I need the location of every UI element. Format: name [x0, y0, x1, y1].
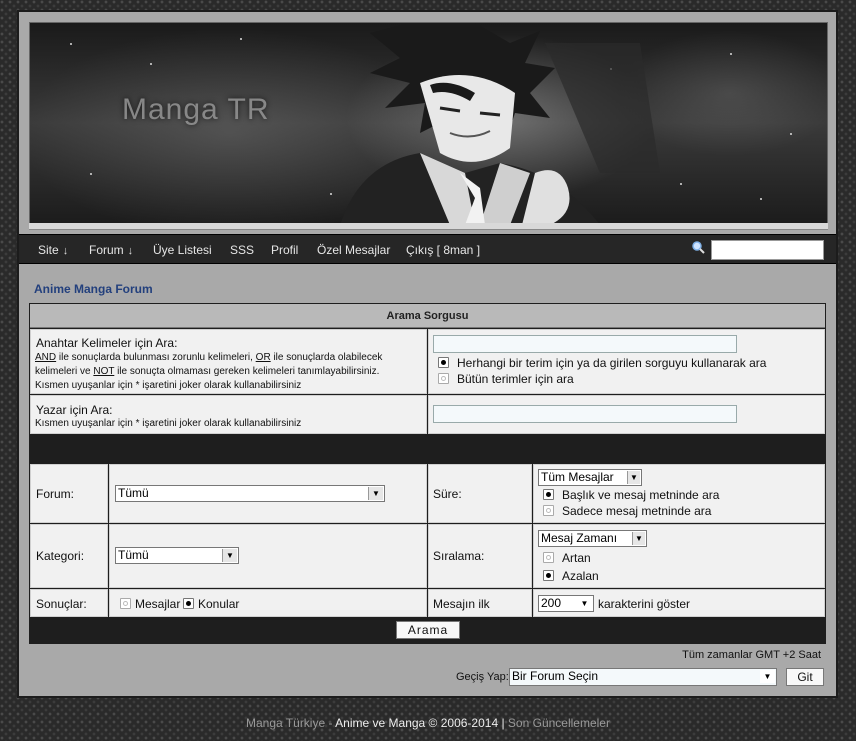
forum-title-link[interactable]: Anime Manga Forum	[34, 282, 153, 296]
main-navigation: Site ↓ Forum ↓ Üye Listesi SSS Profil Özel…	[19, 234, 836, 264]
time-text-only-label: Sadece mesaj metninde ara	[562, 504, 712, 518]
forum-label-cell: Forum:	[30, 464, 108, 523]
category-select[interactable]: Tümü ▼	[115, 547, 239, 564]
keywords-input-cell: Herhangi bir terim için ya da girilen so…	[428, 329, 825, 394]
chars-select[interactable]: 200 ▼	[538, 595, 594, 612]
results-topics-label: Konular	[198, 597, 240, 611]
site-banner: Manga TR	[29, 22, 828, 224]
chars-label: Mesajın ilk	[433, 597, 490, 611]
chevron-down-icon: ▼	[627, 471, 640, 484]
time-options-cell: Tüm Mesajlar ▼ Başlık ve mesaj metninde …	[533, 464, 825, 523]
search-form-header: Arama Sorgusu	[30, 304, 825, 328]
nav-profile[interactable]: Profil	[271, 243, 298, 257]
nav-site[interactable]: Site ↓	[38, 243, 68, 257]
results-label-cell: Sonuçlar:	[30, 589, 108, 617]
sort-asc-radio[interactable]	[543, 552, 554, 563]
page-wrapper: Manga TR Site ↓ Forum ↓ Üye Listesi SSS Pr…	[17, 10, 838, 698]
forum-select-cell: Tümü ▼	[109, 464, 427, 523]
chars-options-cell: 200 ▼ karakterini göster	[533, 589, 825, 617]
footer-updates-link[interactable]: Son Güncellemeler	[508, 716, 610, 730]
page-footer: Manga Türkiye - Anime ve Manga © 2006-20…	[246, 716, 610, 730]
nav-faq[interactable]: SSS	[230, 243, 254, 257]
chevron-down-icon: ▼	[368, 487, 383, 500]
banner-divider	[29, 223, 828, 230]
keywords-any-radio[interactable]	[438, 357, 449, 368]
results-posts-radio[interactable]	[120, 598, 131, 609]
keywords-all-label: Bütün terimler için ara	[457, 372, 574, 386]
chevron-down-icon: ▼	[577, 597, 592, 610]
chevron-down-icon: ▼	[222, 549, 237, 562]
banner-character-illustration	[340, 23, 660, 223]
sort-options-cell: Mesaj Zamanı ▼ Artan Azalan	[533, 524, 825, 588]
chevron-down-icon: ▼	[760, 670, 775, 683]
author-title: Yazar için Ara:	[36, 403, 113, 417]
time-label: Süre:	[433, 487, 462, 501]
sort-desc-label: Azalan	[562, 569, 599, 583]
chars-label-cell: Mesajın ilk	[428, 589, 532, 617]
dropdown-arrow-icon: ↓	[127, 245, 134, 257]
time-label-cell: Süre:	[428, 464, 532, 523]
nav-logout[interactable]: Çıkış [ 8man ]	[406, 243, 480, 257]
chevron-down-icon: ▼	[632, 532, 645, 545]
jump-forum-select[interactable]: Bir Forum Seçin ▼	[509, 668, 777, 686]
author-input-cell	[428, 395, 825, 434]
results-options-cell: Mesajlar Konular	[109, 589, 427, 617]
time-title-text-label: Başlık ve mesaj metninde ara	[562, 488, 720, 502]
sort-desc-radio[interactable]	[543, 570, 554, 581]
time-text-only-radio[interactable]	[543, 505, 554, 516]
sort-label-cell: Sıralama:	[428, 524, 532, 588]
sort-select[interactable]: Mesaj Zamanı ▼	[538, 530, 647, 547]
nav-member-list[interactable]: Üye Listesi	[153, 243, 212, 257]
nav-private-messages[interactable]: Özel Mesajlar	[317, 243, 390, 257]
keywords-all-radio[interactable]	[438, 373, 449, 384]
keywords-label-cell: Anahtar Kelimeler için Ara: AND ile sonu…	[30, 329, 427, 394]
jump-go-button[interactable]: Git	[786, 668, 824, 686]
forum-label: Forum:	[36, 487, 75, 501]
keywords-input[interactable]	[433, 335, 737, 353]
footer-tagline: Anime ve Manga © 2006-2014	[335, 716, 499, 730]
time-title-text-radio[interactable]	[543, 489, 554, 500]
forum-select[interactable]: Tümü ▼	[115, 485, 385, 502]
footer-site-link[interactable]: Manga Türkiye	[246, 716, 325, 730]
keywords-title: Anahtar Kelimeler için Ara:	[36, 336, 178, 350]
results-posts-label: Mesajlar	[135, 597, 181, 611]
chars-suffix: karakterini göster	[598, 597, 691, 611]
keywords-help: AND ile sonuçlarda bulunması zorunlu kel…	[35, 352, 383, 391]
category-label-cell: Kategori:	[30, 524, 108, 588]
results-topics-radio[interactable]	[183, 598, 194, 609]
category-label: Kategori:	[36, 549, 85, 563]
nav-forum[interactable]: Forum ↓	[89, 243, 133, 257]
results-label: Sonuçlar:	[36, 597, 87, 611]
dropdown-arrow-icon: ↓	[62, 245, 69, 257]
category-select-cell: Tümü ▼	[109, 524, 427, 588]
search-icon[interactable]	[691, 240, 705, 254]
keywords-any-label: Herhangi bir terim için ya da girilen so…	[457, 356, 767, 370]
time-select[interactable]: Tüm Mesajlar ▼	[538, 469, 642, 486]
timezone-note: Tüm zamanlar GMT +2 Saat	[682, 649, 821, 661]
quick-search-input[interactable]	[711, 240, 824, 260]
banner-logo: Manga TR	[122, 93, 270, 126]
jump-label: Geçiş Yap:	[456, 671, 509, 683]
sort-label: Sıralama:	[433, 549, 485, 563]
search-form-table: Arama Sorgusu Anahtar Kelimeler için Ara…	[29, 303, 826, 644]
author-help: Kısmen uyuşanlar için * işaretini joker …	[35, 418, 302, 429]
author-input[interactable]	[433, 405, 737, 423]
search-submit-button[interactable]: Arama	[396, 621, 460, 639]
sort-asc-label: Artan	[562, 551, 591, 565]
author-label-cell: Yazar için Ara: Kısmen uyuşanlar için * …	[30, 395, 427, 434]
